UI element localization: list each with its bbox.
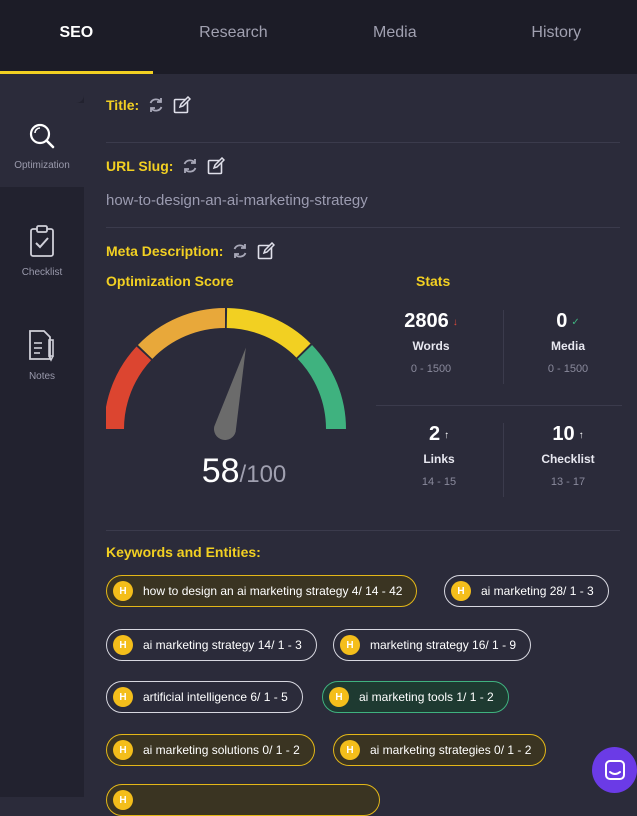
keyword-text: ai marketing 28/ 1 - 3 xyxy=(481,584,594,598)
keyword-text: artificial intelligence 6/ 1 - 5 xyxy=(143,690,288,704)
keyword-text: how to design an ai marketing strategy 4… xyxy=(143,584,403,598)
keyword-text: ai marketing strategies 0/ 1 - 2 xyxy=(370,743,532,757)
notes-pen-icon xyxy=(29,330,54,362)
keyword-chip[interactable]: H artificial intelligence 6/ 1 - 5 xyxy=(106,681,303,713)
keyword-chip[interactable]: H ai marketing tools 1/ 1 - 2 xyxy=(322,681,509,713)
stat-range: 0 - 1500 xyxy=(547,363,589,375)
heading-badge: H xyxy=(113,635,133,655)
stat-range: 0 - 1500 xyxy=(410,363,452,375)
score-max: /100 xyxy=(239,461,287,488)
stat-links: 2 ↑ Links 14 - 15 xyxy=(379,423,499,488)
gauge-segment-mid-high xyxy=(226,308,311,358)
keyword-text: ai marketing tools 1/ 1 - 2 xyxy=(359,690,494,704)
tab-seo[interactable]: SEO xyxy=(0,0,153,74)
seo-panel: Title: URL Slug: how-to-design-an-ai-mar… xyxy=(84,74,637,816)
meta-description-label: Meta Description: xyxy=(106,243,224,259)
score-value: 58 xyxy=(201,452,240,490)
chat-icon xyxy=(604,760,625,780)
sidebar-item-label: Checklist xyxy=(21,267,63,278)
stats-divider xyxy=(503,310,504,384)
gauge-segment-high xyxy=(297,344,346,430)
stat-range: 14 - 15 xyxy=(421,476,457,488)
check-icon: ✓ xyxy=(571,317,580,329)
keyword-chip[interactable]: H ai marketing strategy 14/ 1 - 3 xyxy=(106,629,317,661)
heading-badge: H xyxy=(329,687,349,707)
stat-number: 10 xyxy=(552,423,575,445)
stat-checklist: 10 ↑ Checklist 13 - 17 xyxy=(508,423,628,488)
stat-name: Media xyxy=(550,339,585,353)
arrow-up-icon: ↑ xyxy=(578,430,584,442)
sidebar-item-optimization[interactable]: Optimization xyxy=(0,103,84,187)
url-slug-value: how-to-design-an-ai-marketing-strategy xyxy=(106,192,368,209)
refresh-icon[interactable] xyxy=(181,157,199,175)
keyword-chip[interactable]: H ai marketing solutions 0/ 1 - 2 xyxy=(106,734,315,766)
title-label: Title: xyxy=(106,97,140,113)
heading-badge: H xyxy=(340,740,360,760)
edit-icon[interactable] xyxy=(173,96,192,114)
sidebar-item-label: Notes xyxy=(28,371,56,382)
edit-icon[interactable] xyxy=(207,157,226,175)
meta-description-row: Meta Description: xyxy=(106,242,276,260)
stat-number: 2 xyxy=(428,423,441,445)
keyword-text: ai marketing strategy 14/ 1 - 3 xyxy=(143,638,302,652)
title-row: Title: xyxy=(106,96,192,114)
heading-badge: H xyxy=(113,790,133,810)
divider xyxy=(106,530,620,531)
heading-badge: H xyxy=(113,687,133,707)
sidebar-item-notes[interactable]: Notes xyxy=(0,324,84,404)
refresh-icon[interactable] xyxy=(231,242,249,260)
sidebar-item-label: Optimization xyxy=(14,160,70,171)
divider xyxy=(106,142,620,143)
keyword-chip[interactable]: H ai marketing 28/ 1 - 3 xyxy=(444,575,609,607)
stats-label: Stats xyxy=(416,273,451,289)
stats-divider xyxy=(376,405,622,406)
refresh-icon[interactable] xyxy=(147,96,165,114)
sidebar-item-checklist[interactable]: Checklist xyxy=(0,220,84,300)
keyword-chip[interactable]: H ai marketing strategies 0/ 1 - 2 xyxy=(333,734,547,766)
sidebar: Optimization Checklist Notes xyxy=(0,74,84,797)
stats-divider xyxy=(503,423,504,497)
heading-badge: H xyxy=(113,740,133,760)
divider xyxy=(106,227,620,228)
stat-name: Checklist xyxy=(541,452,595,466)
magnifier-icon xyxy=(29,123,55,149)
tab-research[interactable]: Research xyxy=(153,0,314,74)
stat-media: 0 ✓ Media 0 - 1500 xyxy=(508,310,628,375)
arrow-down-icon: ↓ xyxy=(452,317,458,329)
chat-button[interactable] xyxy=(592,747,637,793)
stat-number: 2806 xyxy=(404,310,449,332)
sidebar-cap xyxy=(0,74,84,103)
stat-name: Words xyxy=(412,339,450,353)
edit-icon[interactable] xyxy=(257,242,276,260)
url-slug-row: URL Slug: xyxy=(106,157,226,175)
gauge-needle xyxy=(214,347,246,440)
keyword-chip[interactable]: H how to design an ai marketing strategy… xyxy=(106,575,418,607)
gauge-segment-low xyxy=(106,346,152,430)
optimization-score-label: Optimization Score xyxy=(106,273,234,289)
top-tab-bar: SEO Research Media History xyxy=(0,0,637,74)
keywords-label: Keywords and Entities: xyxy=(106,544,261,560)
stat-range: 13 - 17 xyxy=(550,476,586,488)
heading-badge: H xyxy=(340,635,360,655)
heading-badge: H xyxy=(451,581,471,601)
keyword-text: ai marketing solutions 0/ 1 - 2 xyxy=(143,743,300,757)
stat-words: 2806 ↓ Words 0 - 1500 xyxy=(371,310,491,375)
keyword-chip-partial[interactable]: H xyxy=(106,784,380,816)
keyword-text: marketing strategy 16/ 1 - 9 xyxy=(370,638,517,652)
stat-name: Links xyxy=(423,452,455,466)
optimization-score: 58/100 xyxy=(84,452,404,491)
tab-media[interactable]: Media xyxy=(314,0,475,74)
tab-history[interactable]: History xyxy=(476,0,637,74)
keyword-chip[interactable]: H marketing strategy 16/ 1 - 9 xyxy=(333,629,532,661)
stat-number: 0 xyxy=(556,310,568,332)
clipboard-check-icon xyxy=(30,225,54,257)
arrow-up-icon: ↑ xyxy=(444,430,450,442)
url-slug-label: URL Slug: xyxy=(106,158,174,174)
gauge-segment-mid-low xyxy=(137,308,226,360)
heading-badge: H xyxy=(113,581,133,601)
